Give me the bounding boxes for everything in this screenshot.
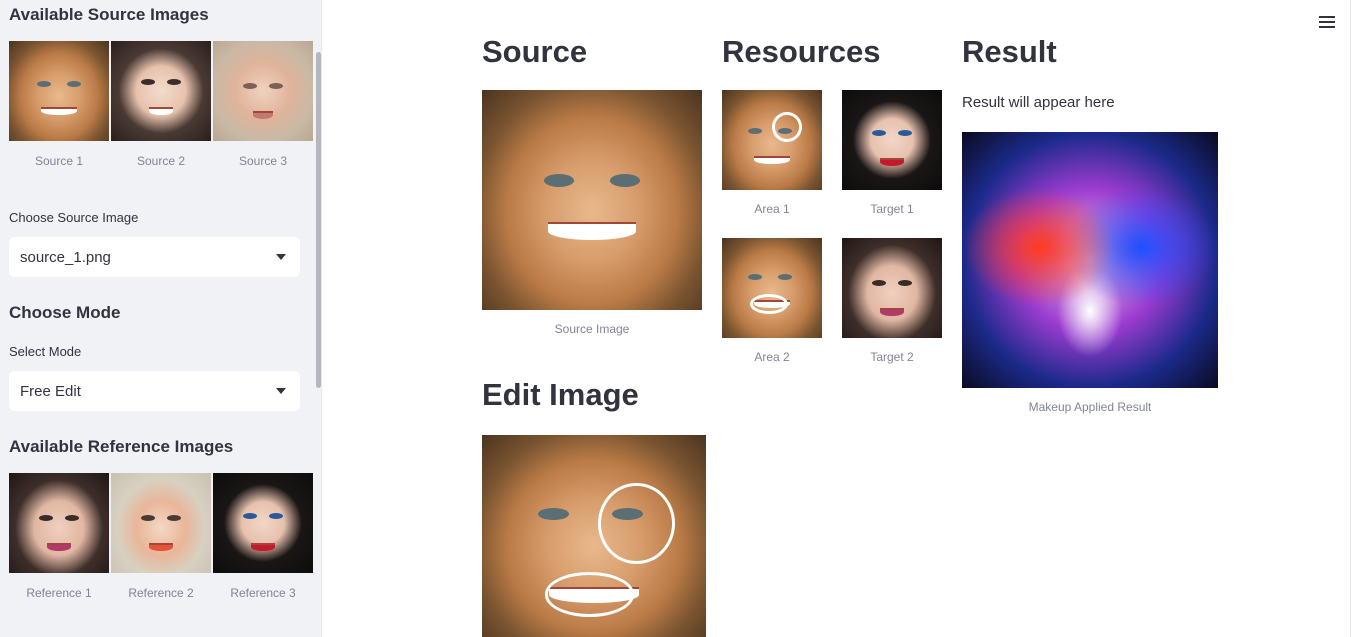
area-2-image bbox=[722, 238, 822, 338]
source-select[interactable]: source_1.png bbox=[9, 237, 300, 277]
sidebar: Available Source Images Source 1 Source … bbox=[0, 0, 322, 637]
source-2-caption: Source 2 bbox=[136, 154, 186, 168]
target-2-caption: Target 2 bbox=[870, 350, 914, 364]
source-1-caption: Source 1 bbox=[34, 154, 84, 168]
source-thumb-3: Source 3 bbox=[213, 41, 313, 168]
source-3-image bbox=[213, 41, 313, 141]
reference-thumbnails: Reference 1 Reference 2 Reference 3 bbox=[9, 473, 313, 600]
reference-thumb-2: Reference 2 bbox=[111, 473, 211, 600]
source-3-caption: Source 3 bbox=[238, 154, 288, 168]
mode-select-value: Free Edit bbox=[20, 382, 81, 400]
reference-2-image bbox=[111, 473, 211, 573]
source-image bbox=[482, 90, 702, 310]
edit-image-title: Edit Image bbox=[482, 377, 639, 412]
area-1-image bbox=[722, 90, 822, 190]
hamburger-menu-icon[interactable] bbox=[1319, 16, 1335, 28]
source-2-image bbox=[111, 41, 211, 141]
available-reference-title: Available Reference Images bbox=[9, 437, 234, 456]
edit-mask-mouth-scribble bbox=[544, 572, 635, 617]
target-1-caption: Target 1 bbox=[870, 202, 914, 216]
target-2-image bbox=[842, 238, 942, 338]
target-1-image bbox=[842, 90, 942, 190]
source-1-image bbox=[9, 41, 109, 141]
chevron-down-icon bbox=[276, 388, 286, 394]
result-image-caption: Makeup Applied Result bbox=[1028, 400, 1152, 414]
reference-3-caption: Reference 3 bbox=[230, 586, 296, 600]
choose-mode-title: Choose Mode bbox=[9, 303, 121, 322]
area-1-mask-icon bbox=[772, 112, 802, 142]
result-title: Result bbox=[962, 34, 1057, 69]
reference-1-image bbox=[9, 473, 109, 573]
main-right-border bbox=[1350, 0, 1351, 637]
source-thumbnails: Source 1 Source 2 Source 3 bbox=[9, 41, 313, 168]
reference-thumb-1: Reference 1 bbox=[9, 473, 109, 600]
reference-thumb-3: Reference 3 bbox=[213, 473, 313, 600]
resources-title: Resources bbox=[722, 34, 881, 69]
sidebar-scrollbar[interactable] bbox=[316, 52, 321, 388]
choose-source-label: Choose Source Image bbox=[9, 210, 139, 225]
source-select-value: source_1.png bbox=[20, 248, 111, 266]
available-source-title: Available Source Images bbox=[9, 5, 209, 24]
mode-select[interactable]: Free Edit bbox=[9, 371, 300, 411]
area-2-caption: Area 2 bbox=[754, 350, 790, 364]
reference-3-image bbox=[213, 473, 313, 573]
select-mode-label: Select Mode bbox=[9, 344, 82, 359]
reference-2-caption: Reference 2 bbox=[128, 586, 194, 600]
area-1-caption: Area 1 bbox=[754, 202, 790, 216]
source-image-caption: Source Image bbox=[554, 322, 630, 336]
area-2-mask-icon bbox=[750, 294, 788, 314]
chevron-down-icon bbox=[276, 254, 286, 260]
main-content: Source Source Image Edit Image Resources… bbox=[322, 0, 1354, 637]
source-thumb-1: Source 1 bbox=[9, 41, 109, 168]
result-image bbox=[962, 132, 1218, 388]
reference-1-caption: Reference 1 bbox=[26, 586, 92, 600]
source-thumb-2: Source 2 bbox=[111, 41, 211, 168]
result-placeholder-text: Result will appear here bbox=[962, 94, 1115, 111]
edit-image-canvas[interactable] bbox=[482, 435, 706, 637]
source-title: Source bbox=[482, 34, 588, 69]
edit-mask-eye-scribble bbox=[598, 483, 675, 565]
